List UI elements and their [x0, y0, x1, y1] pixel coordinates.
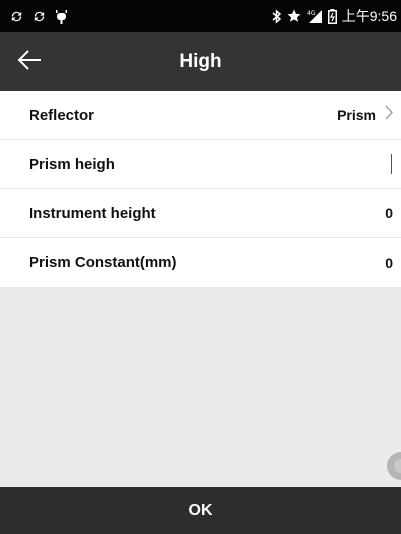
- android-debug-icon: [55, 9, 68, 24]
- status-time: 上午9:56: [341, 8, 397, 24]
- status-left: [9, 9, 68, 24]
- prism-constant-label: Prism Constant(mm): [29, 254, 177, 271]
- status-right: 4G 上午9:56: [272, 6, 397, 26]
- bluetooth-icon: [272, 8, 282, 24]
- empty-content-area: [0, 288, 401, 487]
- status-bar: 4G 上午9:56: [0, 0, 401, 32]
- reflector-label: Reflector: [29, 106, 95, 124]
- sync-icon: [32, 9, 47, 24]
- prism-height-label: Prism heigh: [29, 155, 115, 173]
- back-button[interactable]: [14, 48, 46, 76]
- star-icon: [287, 9, 301, 23]
- app-bar: High: [0, 32, 401, 91]
- svg-text:4G: 4G: [307, 10, 316, 17]
- chevron-right-icon: [385, 105, 393, 125]
- assistive-dot-icon: [394, 459, 401, 473]
- instrument-height-label: Instrument height: [29, 204, 156, 222]
- ok-button[interactable]: OK: [0, 487, 401, 534]
- prism-constant-value[interactable]: 0: [385, 255, 393, 271]
- reflector-row[interactable]: Reflector Prism: [0, 91, 401, 140]
- prism-height-field[interactable]: [382, 154, 393, 174]
- instrument-height-value[interactable]: 0: [385, 205, 393, 221]
- instrument-height-row[interactable]: Instrument height 0: [0, 189, 401, 238]
- arrow-left-icon: [17, 49, 43, 76]
- prism-constant-row[interactable]: Prism Constant(mm) 0: [0, 238, 401, 287]
- prism-height-row[interactable]: Prism heigh: [0, 140, 401, 189]
- text-cursor: [391, 154, 392, 174]
- battery-icon: [327, 8, 337, 24]
- signal-4g-icon: 4G: [306, 9, 323, 24]
- sync-icon: [9, 9, 24, 24]
- reflector-value-group: Prism: [337, 105, 393, 125]
- settings-form: Reflector Prism Prism heigh Instrument h…: [0, 91, 401, 287]
- reflector-value: Prism: [337, 107, 376, 123]
- page-title: High: [179, 50, 222, 72]
